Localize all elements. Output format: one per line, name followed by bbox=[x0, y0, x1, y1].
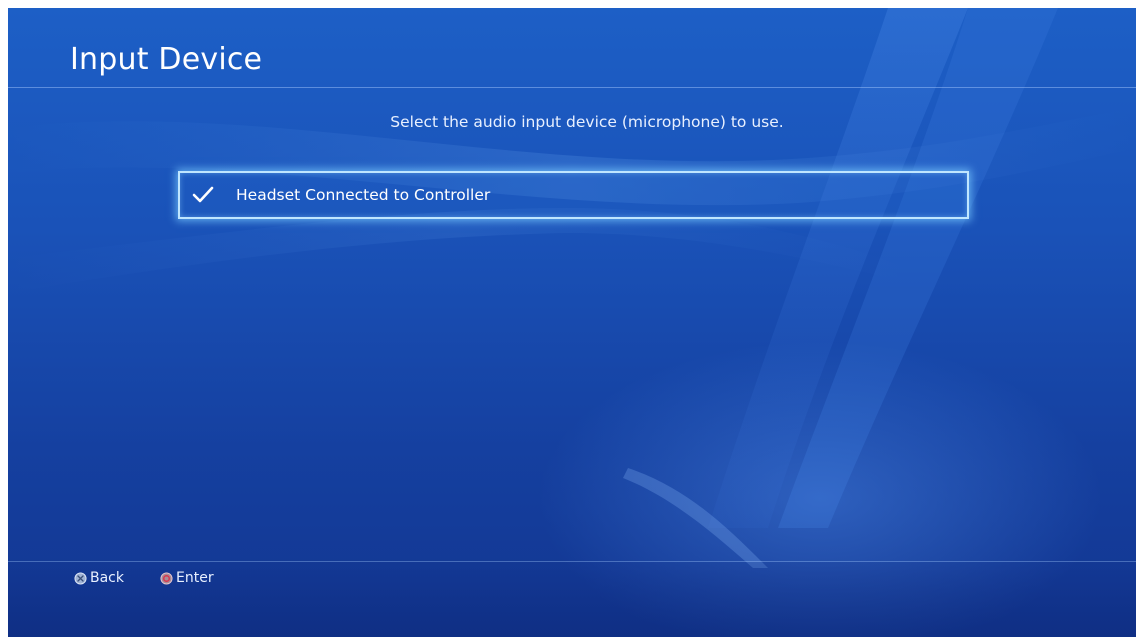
instruction-text: Select the audio input device (microphon… bbox=[390, 113, 784, 131]
cross-button-icon bbox=[74, 571, 87, 585]
option-headset-connected-to-controller[interactable]: Headset Connected to Controller bbox=[178, 171, 969, 219]
back-button[interactable]: Back bbox=[74, 569, 124, 587]
input-device-screen: Input Device Select the audio input devi… bbox=[8, 8, 1136, 637]
option-label: Headset Connected to Controller bbox=[236, 186, 491, 204]
page-title: Input Device bbox=[70, 42, 263, 77]
checkmark-icon bbox=[192, 186, 214, 203]
circle-button-icon bbox=[160, 571, 173, 585]
back-label: Back bbox=[90, 570, 124, 586]
title-divider bbox=[8, 87, 1136, 88]
enter-button[interactable]: Enter bbox=[160, 569, 214, 587]
background-waves bbox=[8, 8, 1136, 637]
enter-label: Enter bbox=[176, 570, 214, 586]
